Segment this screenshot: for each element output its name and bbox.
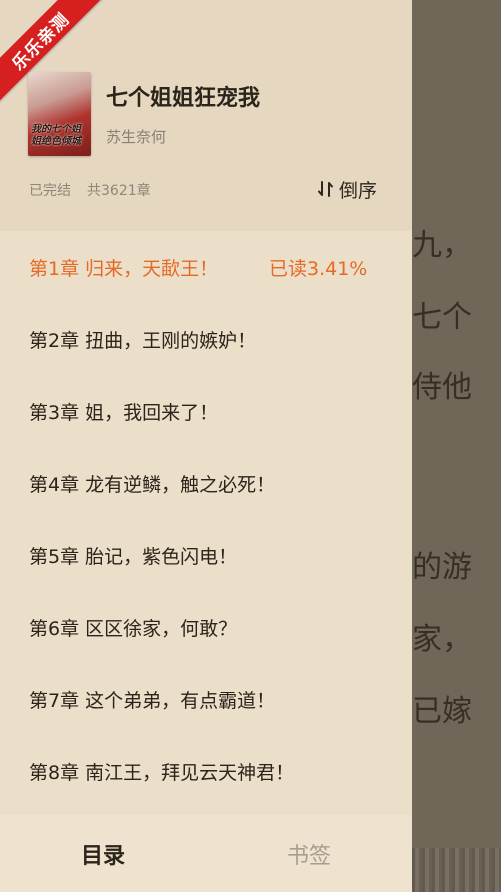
chapter-title: 第6章 区区徐家，何敢？: [29, 617, 238, 640]
drawer-tabs: 目录 书签: [0, 815, 412, 892]
chapter-title: 第7章 这个弟弟，有点霸道！: [29, 689, 276, 712]
chapter-title: 第3章 姐，我回来了！: [29, 401, 219, 424]
catalog-drawer: 我的七个姐姐绝色倾城 七个姐姐狂宠我 苏生奈何 已完结 共3621章 倒序 第1…: [0, 0, 412, 892]
read-progress: 已读3.41%: [269, 257, 368, 280]
chapter-item-2[interactable]: 第2章 扭曲，王刚的嫉妒！: [0, 303, 412, 375]
book-title: 七个姐姐狂宠我: [106, 86, 261, 111]
sort-order-label: 倒序: [339, 179, 378, 202]
chapter-item-3[interactable]: 第3章 姐，我回来了！: [0, 375, 412, 447]
chapter-count: 共3621章: [87, 183, 151, 199]
chapter-item-1[interactable]: 第1章 归来，天歃王！ 已读3.41%: [0, 231, 412, 303]
sort-arrows-icon: [318, 181, 333, 197]
chapter-item-8[interactable]: 第8章 南江王，拜见云天神君！: [0, 735, 412, 807]
chapter-item-5[interactable]: 第5章 胎记，紫色闪电！: [0, 519, 412, 591]
chapter-title: 第5章 胎记，紫色闪电！: [29, 545, 238, 568]
drawer-scrim[interactable]: [412, 0, 501, 892]
book-author: 苏生奈何: [106, 128, 167, 146]
chapter-title: 第1章 归来，天歃王！: [29, 257, 219, 280]
corner-ribbon: 乐乐亲测: [0, 0, 110, 110]
chapter-item-4[interactable]: 第4章 龙有逆鳞，触之必死！: [0, 447, 412, 519]
book-status: 已完结: [29, 183, 71, 199]
ribbon-label: 乐乐亲测: [0, 0, 103, 104]
tab-catalog[interactable]: 目录: [0, 815, 206, 892]
chapter-title: 第2章 扭曲，王刚的嫉妒！: [29, 329, 257, 352]
tab-bookmarks[interactable]: 书签: [206, 815, 412, 892]
sort-order-button[interactable]: 倒序: [316, 175, 377, 203]
cover-title-art: 我的七个姐姐绝色倾城: [31, 124, 81, 147]
chapter-item-7[interactable]: 第7章 这个弟弟，有点霸道！: [0, 663, 412, 735]
chapter-title: 第4章 龙有逆鳞，触之必死！: [29, 473, 276, 496]
chapter-item-6[interactable]: 第6章 区区徐家，何敢？: [0, 591, 412, 663]
chapter-title: 第8章 南江王，拜见云天神君！: [29, 761, 295, 784]
